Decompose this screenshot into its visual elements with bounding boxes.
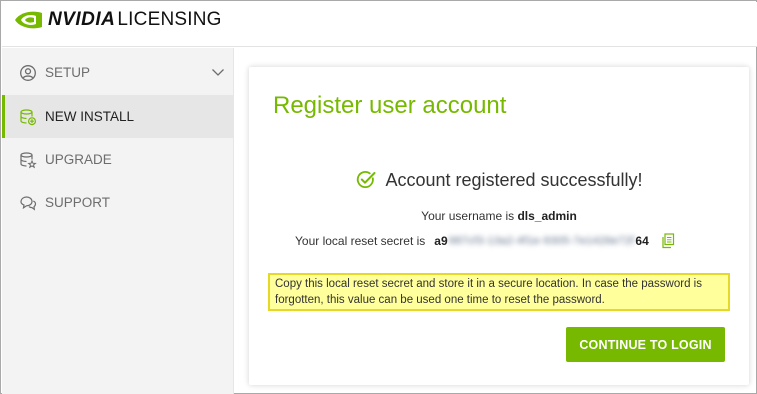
page-title: Register user account xyxy=(273,92,507,119)
database-add-icon xyxy=(20,108,37,125)
database-star-icon xyxy=(20,151,37,168)
username-label: Your username is xyxy=(421,209,515,223)
chat-bubbles-icon xyxy=(20,195,37,211)
success-message-row: Account registered successfully! xyxy=(249,169,749,191)
sidebar-item-upgrade[interactable]: UPGRADE xyxy=(2,138,234,181)
secret-end: 64 xyxy=(635,234,649,248)
check-circle-icon xyxy=(357,171,376,189)
sidebar-item-label: UPGRADE xyxy=(45,152,112,167)
sidebar-item-label: SUPPORT xyxy=(45,195,111,210)
user-circle-icon xyxy=(20,64,36,81)
nvidia-eye-logo-icon xyxy=(15,11,42,29)
reset-secret-row: Your local reset secret is a9 987cf3-13a… xyxy=(295,233,675,249)
secret-masked: 987cf3-13a2-4f1e-9305-7e1426e72f xyxy=(448,235,635,247)
brand-nvidia: NVIDIA xyxy=(48,9,116,30)
success-message: Account registered successfully! xyxy=(385,169,643,190)
sidebar-item-label: SETUP xyxy=(45,65,91,80)
username-value: dls_admin xyxy=(517,209,577,223)
username-row: Your username is dls_admin xyxy=(249,209,749,223)
secret-notice: Copy this local reset secret and store i… xyxy=(268,273,730,311)
secret-start: a9 xyxy=(434,234,448,248)
chevron-down-icon[interactable] xyxy=(211,65,225,79)
reset-secret-label: Your local reset secret is xyxy=(295,234,426,248)
register-card: Register user account Account registered… xyxy=(249,67,749,385)
continue-to-login-button[interactable]: CONTINUE TO LOGIN xyxy=(566,327,725,362)
reset-secret-value: a9 987cf3-13a2-4f1e-9305-7e1426e72f 64 xyxy=(434,234,648,248)
top-header: NVIDIA LICENSING xyxy=(2,2,757,47)
sidebar-item-support[interactable]: SUPPORT xyxy=(2,181,234,224)
sidebar-item-setup[interactable]: SETUP xyxy=(2,51,234,94)
sidebar-item-label: NEW INSTALL xyxy=(45,109,135,124)
brand-licensing: LICENSING xyxy=(117,9,222,30)
brand-name: NVIDIA LICENSING xyxy=(48,8,222,32)
sidebar: SETUP NEW INSTALL UPGRADE SUPPORT xyxy=(2,48,234,394)
app-window: NVIDIA LICENSING SETUP NEW INSTALL UPGRA… xyxy=(0,0,757,394)
sidebar-item-new-install[interactable]: NEW INSTALL xyxy=(2,95,234,138)
copy-icon[interactable] xyxy=(661,233,675,249)
